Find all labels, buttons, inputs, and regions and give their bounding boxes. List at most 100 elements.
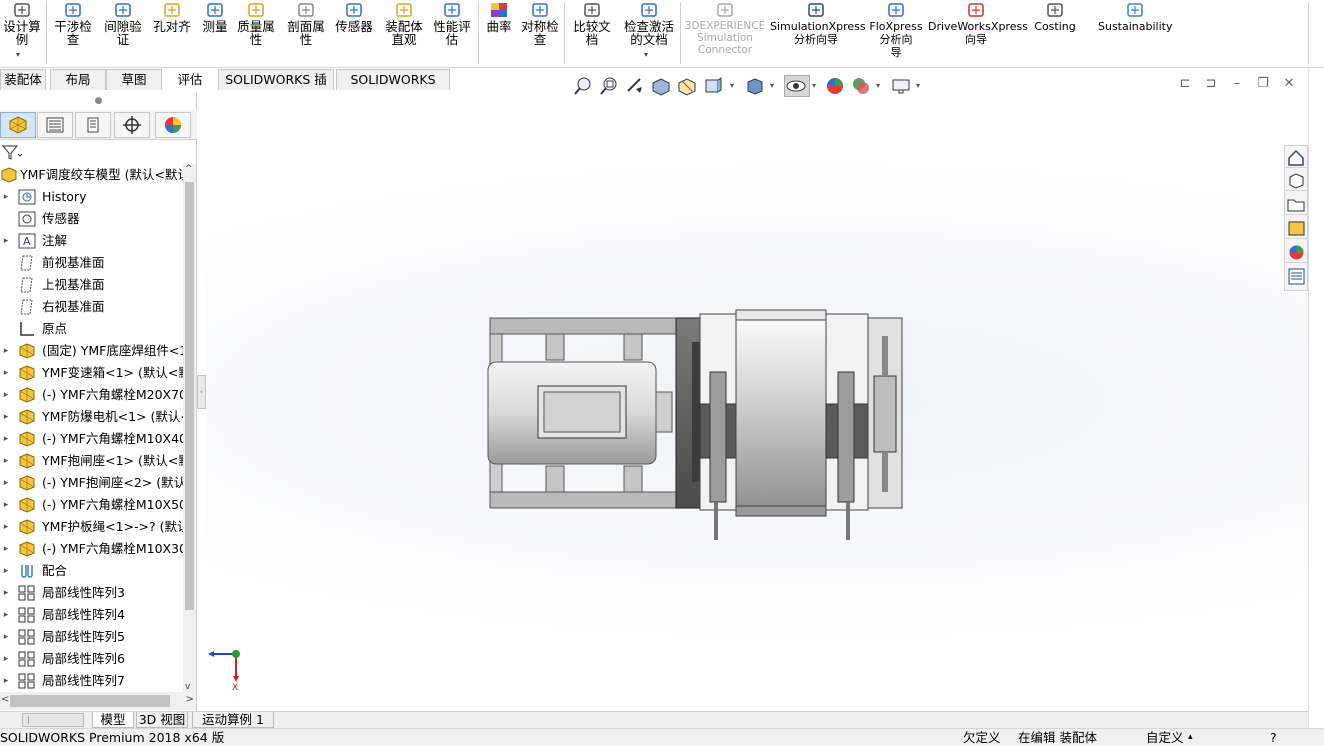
panel-split-handle[interactable]: ● [0,92,197,110]
tree-horizontal-scrollbar[interactable]: < > [0,692,196,710]
unit-system[interactable]: 自定义 [1146,729,1184,746]
appearances-scenes-icon[interactable] [1286,242,1307,263]
tree-item[interactable]: 前视基准面 [0,252,183,274]
tree-vertical-scrollbar[interactable]: ^ v [183,164,196,692]
tree-item[interactable]: ▸(-) YMF六角螺栓M20X70 [0,384,183,406]
display-style-dropdown-icon[interactable]: ▾ [770,75,780,97]
custom-properties-icon[interactable] [1286,266,1307,287]
hide-show-dropdown-icon[interactable]: ▾ [812,75,822,97]
view-orientation-dropdown-icon[interactable]: ▾ [730,75,740,97]
expand-arrow-icon[interactable]: ▸ [2,384,10,406]
expand-arrow-icon[interactable]: ▸ [2,340,10,362]
apply-scene-dropdown-icon[interactable]: ▾ [876,75,886,97]
expand-arrow-icon[interactable]: ▸ [2,560,10,582]
sensor-button[interactable]: 传感器 [332,0,376,66]
tree-item[interactable]: 传感器 [0,208,183,230]
view-orientation-icon[interactable] [702,75,724,97]
expand-arrow-icon[interactable]: ▸ [2,472,10,494]
measure-button[interactable]: 测量 [198,0,232,66]
view-settings-dropdown-icon[interactable]: ▾ [916,75,926,97]
expand-arrow-icon[interactable]: ▸ [2,450,10,472]
tree-item[interactable]: 右视基准面 [0,296,183,318]
expand-arrow-icon[interactable]: ▸ [2,428,10,450]
filter-icon[interactable] [2,145,22,161]
previous-view-icon[interactable] [624,75,646,97]
zoom-to-fit-icon[interactable] [572,75,594,97]
display-manager-tab[interactable] [155,112,191,138]
expand-arrow-icon[interactable]: ▸ [2,516,10,538]
tree-item[interactable]: 上视基准面 [0,274,183,296]
minimize-icon[interactable]: – [1228,76,1246,94]
scroll-up-arrow-icon[interactable]: ^ [185,164,193,174]
tree-item[interactable]: ▸YMF防爆电机<1> (默认< [0,406,183,428]
design-table-button[interactable]: 设计算 例 [2,0,42,66]
command-tab-4[interactable]: SOLIDWORKS 插件 [218,69,334,90]
driveworksxpress-button[interactable]: DriveWorksXpress 向导 [928,0,1024,66]
apply-scene-icon[interactable] [850,75,872,97]
view-palette-icon[interactable] [1286,218,1307,239]
scroll-thumb[interactable] [185,182,194,610]
interference-check-button[interactable]: 干涉检 查 [50,0,96,66]
tree-item[interactable]: ▸(固定) YMF底座焊组件<1 [0,340,183,362]
3dexperience-button[interactable]: 3DEXPERIENCE Simulation Connector [684,0,766,66]
mass-properties-button[interactable]: 质量属 性 [234,0,278,66]
dimxpert-tab[interactable] [114,112,150,138]
display-style-icon[interactable] [744,75,766,97]
hole-alignment-button[interactable]: 孔对齐 [150,0,194,66]
tree-item[interactable]: ▸YMF抱闸座<1> (默认<默 [0,450,183,472]
tree-item[interactable]: ▸(-) YMF抱闸座<2> (默认< [0,472,183,494]
graphics-area[interactable]: Z X [206,92,1308,711]
expand-arrow-icon[interactable]: ▸ [2,362,10,384]
assembly-visualization-button[interactable]: 装配体 直观 [380,0,428,66]
unit-dropdown-icon[interactable]: ▴ [1188,729,1193,746]
tree-item[interactable]: ▸History [0,186,183,208]
tree-item[interactable]: ▸(-) YMF六角螺栓M10X50 [0,494,183,516]
expand-arrow-icon[interactable]: ▸ [2,406,10,428]
dynamic-annotation-icon[interactable] [676,75,698,97]
horizontal-scroll-thumb[interactable] [10,695,170,707]
expand-arrow-icon[interactable]: ▸ [2,230,10,252]
tree-item[interactable]: ▸A注解 [0,230,183,252]
file-explorer-icon[interactable] [1286,194,1307,215]
command-tab-2[interactable]: 草图 [106,69,162,90]
section-properties-button[interactable]: 剖面属 性 [282,0,330,66]
tree-item[interactable]: ▸局部线性阵列3 [0,582,183,604]
expand-arrow-icon[interactable]: ▸ [2,494,10,516]
help-icon[interactable]: ? [1270,729,1277,746]
curvature-button[interactable]: 曲率 [482,0,516,66]
feature-manager-tab[interactable] [0,112,36,138]
restore-left-icon[interactable]: ⊏ [1176,76,1194,94]
edit-appearance-icon[interactable] [824,75,846,97]
expand-arrow-icon[interactable]: ▸ [2,186,10,208]
expand-arrow-icon[interactable]: ▸ [2,582,10,604]
expand-arrow-icon[interactable]: ▸ [2,538,10,560]
check-document-dropdown-icon[interactable]: ▾ [644,50,648,59]
command-tab-3[interactable]: 评估 [162,69,218,90]
floxpress-button[interactable]: FloXpress 分析向 导 [866,0,926,66]
scroll-down-arrow-icon[interactable]: v [185,682,190,692]
design-library-icon[interactable] [1286,170,1307,191]
scroll-left-arrow-icon[interactable]: < [1,694,9,705]
expand-arrow-icon[interactable]: ▸ [2,648,10,670]
symmetry-check-button[interactable]: 对称检 查 [518,0,562,66]
hide-show-items-icon[interactable] [784,75,810,97]
zoom-to-area-icon[interactable] [598,75,620,97]
close-icon[interactable]: ✕ [1280,76,1298,94]
section-view-icon[interactable] [650,75,672,97]
restore-right-icon[interactable]: ⊐ [1202,76,1220,94]
tree-root[interactable]: YMF调度绞车模型 (默认<默认 [0,164,183,186]
tree-item[interactable]: ▸局部线性阵列4 [0,604,183,626]
check-active-document-button[interactable]: 检查激活 的文档 [618,0,680,66]
sustainability-button[interactable]: Sustainability [1098,0,1172,66]
solidworks-resources-icon[interactable] [1286,147,1307,168]
tree-item[interactable]: ▸局部线性阵列5 [0,626,183,648]
compare-documents-button[interactable]: 比较文 档 [568,0,616,66]
tree-item[interactable]: ▸(-) YMF六角螺栓M10X30 [0,538,183,560]
expand-arrow-icon[interactable]: ▸ [2,670,10,692]
command-tab-0[interactable]: 装配体 [0,69,46,90]
tree-item[interactable]: ▸局部线性阵列7 [0,670,183,692]
tree-item[interactable]: ▸(-) YMF六角螺栓M10X40 [0,428,183,450]
costing-button[interactable]: Costing [1030,0,1080,66]
tree-item[interactable]: ▸配合 [0,560,183,582]
panel-collapse-handle[interactable]: ‹ [197,375,206,409]
